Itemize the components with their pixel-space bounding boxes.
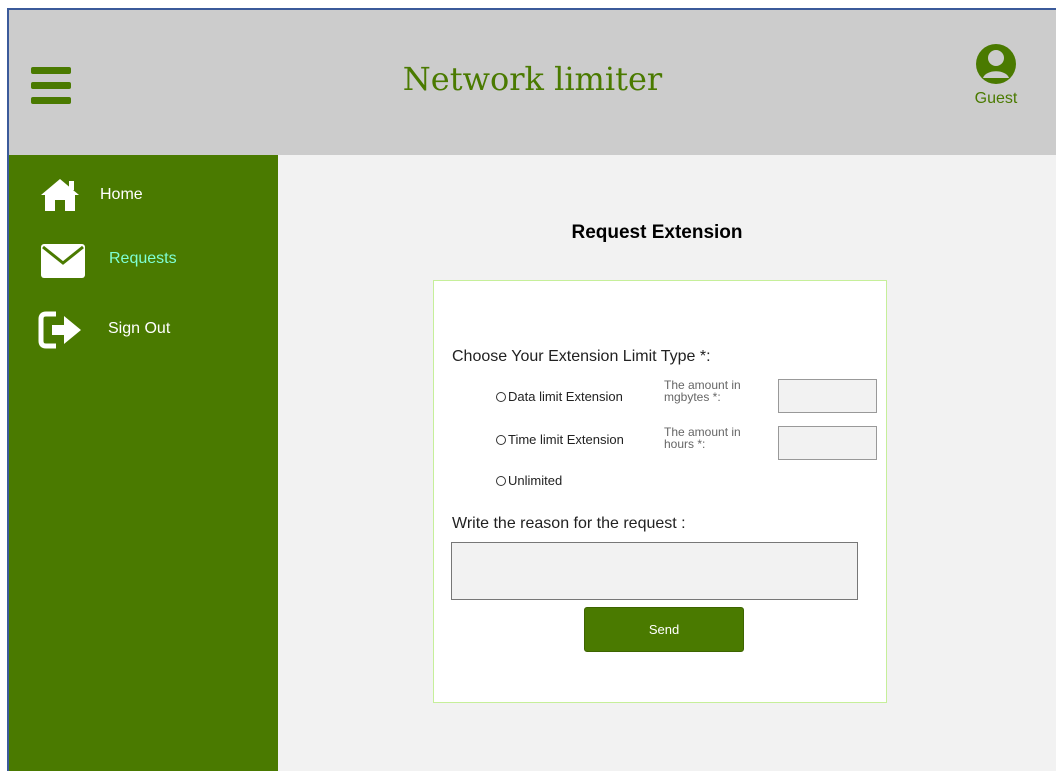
app-title: Network limiter xyxy=(402,60,663,98)
sidebar: Home Requests Sign Out xyxy=(9,155,278,771)
unlimited-radio[interactable]: Unlimited xyxy=(496,473,562,488)
app-window: Network limiter Guest Home Requests Sign… xyxy=(7,8,1056,771)
time-amount-input[interactable] xyxy=(778,426,877,460)
data-amount-input[interactable] xyxy=(778,379,877,413)
sidebar-item-label: Home xyxy=(100,186,143,203)
sidebar-item-home[interactable]: Home xyxy=(9,175,278,225)
time-amount-label: The amount in hours *: xyxy=(664,426,774,450)
user-account[interactable]: Guest xyxy=(966,42,1026,108)
sidebar-item-label: Sign Out xyxy=(108,320,171,337)
reason-textarea[interactable] xyxy=(451,542,858,600)
amount-label-line: hours *: xyxy=(664,437,706,451)
data-limit-radio[interactable]: Data limit Extension xyxy=(496,389,623,404)
user-avatar-icon xyxy=(976,44,1016,84)
main-content: Request Extension Choose Your Extension … xyxy=(278,155,1056,771)
radio-circle-icon xyxy=(496,476,506,486)
sidebar-item-sign-out[interactable]: Sign Out xyxy=(9,310,278,360)
user-name: Guest xyxy=(974,90,1018,107)
request-form-card: Choose Your Extension Limit Type *: Data… xyxy=(433,280,887,703)
reason-label: Write the reason for the request : xyxy=(452,515,686,532)
data-amount-label: The amount in mgbytes *: xyxy=(664,379,774,403)
limit-type-label: Choose Your Extension Limit Type *: xyxy=(452,348,711,365)
radio-circle-icon xyxy=(496,435,506,445)
app-header: Network limiter Guest xyxy=(9,10,1056,155)
radio-label: Data limit Extension xyxy=(508,389,623,404)
radio-circle-icon xyxy=(496,392,506,402)
home-icon xyxy=(41,179,79,211)
sidebar-item-requests[interactable]: Requests xyxy=(9,239,278,289)
time-limit-radio[interactable]: Time limit Extension xyxy=(496,432,624,447)
radio-label: Time limit Extension xyxy=(508,432,624,447)
envelope-icon xyxy=(41,244,85,278)
sign-out-icon xyxy=(38,311,81,349)
amount-label-line: mgbytes *: xyxy=(664,390,721,404)
page-title: Request Extension xyxy=(571,222,743,243)
sidebar-item-label: Requests xyxy=(109,250,177,267)
send-button[interactable]: Send xyxy=(584,607,744,652)
radio-label: Unlimited xyxy=(508,473,563,488)
